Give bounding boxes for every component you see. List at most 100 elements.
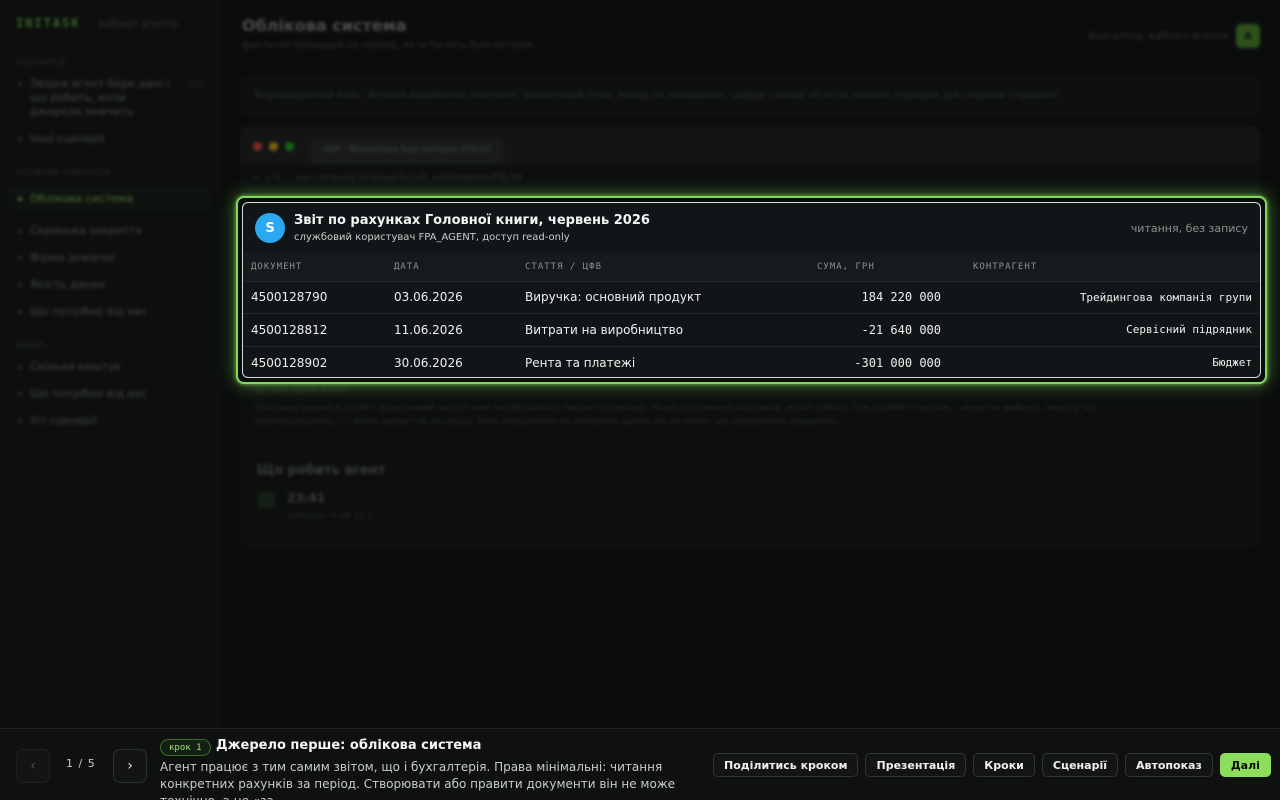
step-badge: крок 1 [160,739,211,756]
table-row[interactable]: 4500128812 11.06.2026 Витрати на виробни… [243,313,1260,346]
next-step-arrow-button[interactable]: › [113,749,147,783]
access-mode-label: читання, без запису [1130,221,1248,235]
sidebar-item-label: Що потрібно від вас [30,387,147,400]
browser-titlebar: SAP · Фінансова бухгалтерія (FI/CO) [241,127,1259,165]
sidebar: INITASK кабінет агента сценарій Звідки а… [0,0,220,728]
agent-run-row: 23:41 успішно, 4 не 12 с [257,491,373,521]
sidebar-item-label: Звідки агент бере дані і що робить, коли… [30,77,170,118]
sidebar-item-closing-inbox[interactable]: Скринька закриття [0,224,219,238]
sidebar-section-cabinet: розділи кабінету [16,168,112,177]
report-card: S Звіт по рахунках Головної книги, черве… [242,202,1261,378]
report-heading: Звіт по рахунках Головної книги, червень… [294,213,650,243]
bullet-icon [18,365,22,369]
column-header-document: ДОКУМЕНТ [243,253,386,281]
logo-subtitle: кабінет агента [98,19,178,30]
autoplay-button[interactable]: Автопоказ [1125,753,1213,777]
bullet-icon [18,419,22,423]
sidebar-item-trust-firm[interactable]: Фірма довірчої [0,251,219,265]
agent-section-heading: Що робить агент [257,463,386,478]
cell-item: Рента та платежі [517,345,737,377]
user-box[interactable]: Бухгалтер, кабінет агента А [1088,24,1260,48]
sidebar-section-scenario: сценарій [16,58,66,67]
sidebar-item-label: Усі сценарії [30,414,97,427]
browser-url-bar: ← → ⟳ sap.company.local/sap/bc/ui5_ui5/f… [241,165,1259,191]
walkthrough-bar: ‹ 1 / 5 › крок 1 Джерело перше: облікова… [0,728,1280,800]
bullet-icon [18,82,22,86]
cell-counterparty: Трейдингова компанія групи [957,280,1260,314]
column-header-amount: СУМА, ГРН [737,253,957,281]
cell-date: 03.06.2026 [386,280,517,314]
sidebar-item-label: Інші сценарії [30,132,105,145]
bullet-icon [18,197,22,201]
report-subtitle: службовий користувач FPA_AGENT, доступ r… [294,232,570,243]
sidebar-item-label: Що потрібно від вас [30,305,147,318]
column-header-item: СТАТТЯ / ЦФВ [517,253,737,281]
share-step-button[interactable]: Поділитись кроком [713,753,859,777]
sap-avatar: S [255,213,285,243]
page-title: Облікова система [242,16,407,35]
cell-document: 4500128790 [243,280,386,314]
case-note: Впроваджений кейс. Велика виробнича комп… [240,78,1260,114]
table-row[interactable]: 4500128790 03.06.2026 Виручка: основний … [243,280,1260,314]
sidebar-item-label: Скринька закриття [30,224,142,237]
sidebar-item-accounting-system[interactable]: Облікова система [8,187,211,211]
sidebar-item-badge: 1/5 [188,79,203,88]
sidebar-item-label: Фірма довірчої [30,251,116,264]
cell-item: Витрати на виробництво [517,313,737,346]
chevron-right-icon: › [127,758,133,774]
bullet-icon [18,310,22,314]
minimize-icon [269,141,278,151]
sidebar-item-label: Скільки коштує [30,360,121,373]
step-counter: 1 / 5 [66,757,96,770]
gl-table: ДОКУМЕНТ ДАТА СТАТТЯ / ЦФВ СУМА, ГРН КОН… [243,253,1260,377]
previous-step-button[interactable]: ‹ [16,749,50,783]
bullet-icon [18,137,22,141]
logo-row: INITASK кабінет агента [0,16,219,36]
steps-button[interactable]: Кроки [973,753,1035,777]
status-square-icon [257,491,275,509]
step-description: Агент працює з тим самим звітом, що і бу… [160,760,676,800]
cell-item: Виручка: основний продукт [517,280,737,314]
app-root: INITASK кабінет агента сценарій Звідки а… [0,0,1280,800]
sidebar-item-data-quality[interactable]: Якість даних [0,278,219,292]
cell-date: 11.06.2026 [386,313,517,346]
next-button[interactable]: Далі [1219,753,1271,777]
sidebar-item-other-scenarios[interactable]: Інші сценарії [0,132,219,146]
url-text: sap.company.local/sap/bc/ui5_ui5/fi/repo… [295,172,522,183]
agent-steps-label: Ш Свої кроки агент [255,385,348,395]
nav-arrows-icon: ← → ⟳ [253,172,282,183]
sidebar-item-label: Облікова система [30,192,134,205]
sidebar-item-current-scenario[interactable]: Звідки агент бере дані і що робить, коли… [0,77,219,119]
cell-document: 4500128812 [243,313,386,346]
chevron-left-icon: ‹ [30,758,36,774]
sidebar-item-what-needed-2[interactable]: Що потрібно від вас [0,387,219,401]
agent-steps-text-1: Розкладу цешня в 23:40 і додатковий запу… [255,403,1098,413]
sidebar-item-what-needed[interactable]: Що потрібно від вас [0,305,219,319]
sidebar-item-pricing[interactable]: Скільки коштує [0,360,219,374]
sidebar-section-nav: навіг. [16,341,49,350]
logo: INITASK [16,16,81,30]
column-header-counterparty: КОНТРАГЕНТ [957,253,1260,281]
presentation-button[interactable]: Презентація [865,753,967,777]
table-row[interactable]: 4500128902 30.06.2026 Рента та платежі -… [243,345,1260,377]
highlighted-report-card: S Звіт по рахунках Головної книги, черве… [236,196,1267,384]
table-header-row: ДОКУМЕНТ ДАТА СТАТТЯ / ЦФВ СУМА, ГРН КОН… [243,253,1260,281]
close-icon [253,141,262,151]
run-time: 23:41 [287,491,326,505]
report-header: S Звіт по рахунках Головної книги, черве… [243,203,1260,253]
sidebar-item-all-scenarios[interactable]: Усі сценарії [0,414,219,428]
avatar: А [1236,24,1260,48]
browser-tab: SAP · Фінансова бухгалтерія (FI/CO) [311,138,504,164]
bullet-icon [18,229,22,233]
cell-counterparty: Бюджет [957,345,1260,377]
sidebar-item-label: Якість даних [30,278,105,291]
scenarios-button[interactable]: Сценарії [1041,753,1118,777]
bullet-icon [18,283,22,287]
maximize-icon [285,141,294,151]
bullet-icon [18,256,22,260]
report-title: Звіт по рахунках Головної книги, червень… [294,213,650,228]
agent-steps-text-2: відповідальному і і і вміть закриттів на… [255,417,838,427]
cell-counterparty: Сервісний підрядник [957,313,1260,346]
bullet-icon [18,392,22,396]
run-status: успішно, 4 не 12 с [287,511,374,521]
